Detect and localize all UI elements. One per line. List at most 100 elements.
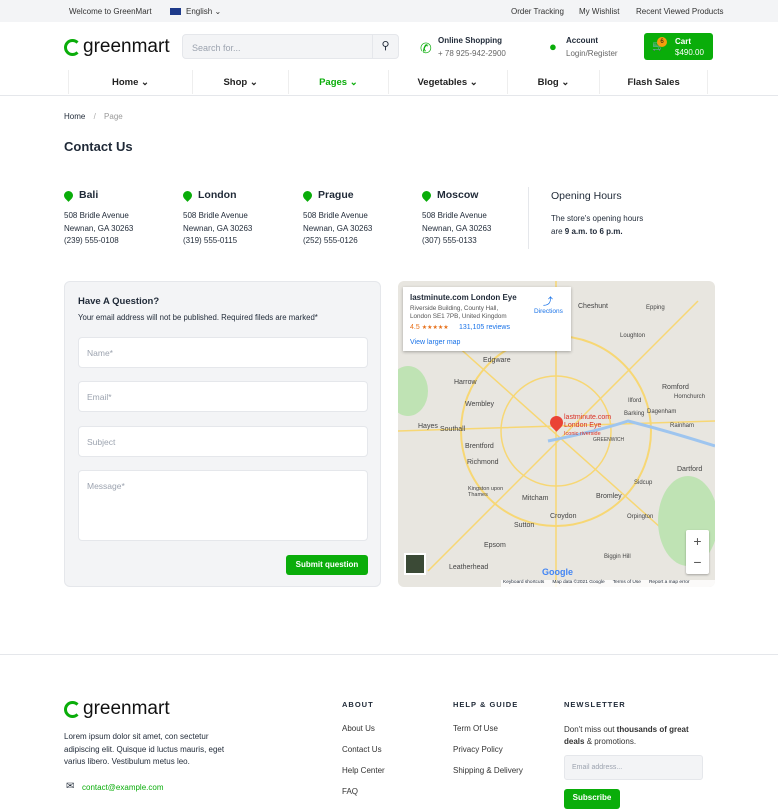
map-label: Rainham [670,423,695,429]
nav-pages[interactable]: Pages ⌄ [288,70,387,94]
directions-icon[interactable]: ⤴ [543,293,553,308]
location-london: London 508 Bridle Avenue Newnan, GA 30263(… [181,188,253,245]
breadcrumb-home[interactable]: Home [64,112,85,121]
footer-link-privacy[interactable]: Privacy Policy [453,745,503,754]
form-note: Your email address will not be published… [78,313,318,322]
newsletter-title: NEWSLETTER [564,700,626,709]
nav-blog[interactable]: Blog ⌄ [506,70,600,94]
user-icon: ● [549,39,557,54]
map-label: Brentford [465,443,494,450]
map-pin-icon [301,188,314,202]
map-label: Sutton [514,522,535,529]
phone-icon: ✆ [420,40,432,56]
map-pin-icon [420,188,433,202]
map-label: Bromley [596,493,622,500]
satellite-toggle[interactable] [404,553,426,575]
zoom-in-button[interactable]: + [686,530,709,552]
marker-label: lastminute.com London Eye Iconic riverside [564,414,612,437]
zoom-controls: + − [686,530,709,574]
map-label: Hayes [418,423,438,430]
nav-vegetables[interactable]: Vegetables ⌄ [387,70,507,94]
divider [0,654,778,655]
report-error-link[interactable]: Report a map error [649,580,690,587]
footer-link-contact[interactable]: Contact Us [342,745,382,754]
map-label: Epsom [484,542,506,549]
login-register-link[interactable]: Login/Register [566,49,618,58]
footer-logo[interactable]: greenmart [64,698,170,720]
name-field[interactable]: Name* [78,337,368,368]
map-attribution: Keyboard shortcuts Map data ©2021 Google… [501,580,715,587]
map-label: Kingston upon Thames [468,486,504,498]
view-larger-map-link[interactable]: View larger map [410,339,460,346]
map-label: Romford [662,384,689,391]
map-label: Edgware [483,357,511,364]
cart-button[interactable]: 🛒 6 Cart $490.00 [644,33,713,60]
message-field[interactable]: Message* [78,470,368,541]
subscribe-button[interactable]: Subscribe [564,789,620,809]
place-name: lastminute.com London Eye [410,293,517,302]
cart-label: Cart [675,37,692,46]
map-label: Mitcham [522,495,549,502]
divider [0,95,778,96]
map-label: Harrow [454,379,477,386]
location-bali: Bali 508 Bridle Avenue Newnan, GA 30263 (23… [62,188,134,245]
directions-link[interactable]: Directions [534,308,563,315]
map-pin-icon [62,188,75,202]
footer-about-title: ABOUT [342,700,374,709]
map-label: Leatherhead [449,564,489,571]
top-bar: Welcome to GreenMart English ⌄ Order Tra… [0,0,778,22]
keyboard-shortcuts-link[interactable]: Keyboard shortcuts [503,580,544,587]
logo-icon [64,38,81,56]
map-label: Barking [624,411,645,417]
welcome-text: Welcome to GreenMart [69,7,152,16]
terms-link[interactable]: Terms of Use [613,580,641,587]
cart-count-badge: 6 [657,37,667,47]
footer-link-terms[interactable]: Term Of Use [453,724,498,733]
opening-hours-text: The store's opening hours are 9 a.m. to 6… [551,214,644,236]
logo[interactable]: greenmart [64,36,170,58]
map-label: Hornchurch [674,394,706,400]
nav-shop[interactable]: Shop ⌄ [191,70,288,94]
wishlist-link[interactable]: My Wishlist [579,7,619,16]
phone-number: + 78 925-942-2900 [438,49,506,58]
footer-link-about[interactable]: About Us [342,724,375,733]
google-logo: Google [542,567,573,577]
map-data-text: Map data ©2021 Google [552,580,605,585]
recent-viewed-link[interactable]: Recent Viewed Products [636,7,723,16]
account-title: Account [566,36,598,45]
map-label: Croydon [550,513,577,520]
map-label: Loughton [620,333,646,339]
map-label: Dartford [677,466,703,473]
submit-button[interactable]: Submit question [286,555,368,575]
location-prague: Prague 508 Bridle Avenue Newnan, GA 30263(… [301,188,373,245]
language-select[interactable]: English ⌄ [186,7,221,16]
breadcrumb-current: Page [104,112,123,121]
nav-flash-sales[interactable]: Flash Sales [599,70,708,94]
reviews-link[interactable]: 131,105 reviews [459,324,510,331]
breadcrumb-separator: / [93,112,96,121]
phone-title: Online Shopping [438,36,502,45]
footer-link-shipping[interactable]: Shipping & Delivery [453,766,523,775]
newsletter-email-input[interactable]: Email address... [564,755,703,780]
footer-link-faq[interactable]: FAQ [342,787,358,796]
map-label: Dagenham [647,409,677,415]
footer-help-title: HELP & GUIDE [453,700,519,709]
zoom-out-button[interactable]: − [686,552,709,574]
order-tracking-link[interactable]: Order Tracking [511,7,564,16]
footer-email-link[interactable]: contact@example.com [82,783,164,792]
footer-link-help[interactable]: Help Center [342,766,385,775]
rating: 4.5 ★★★★★ [410,324,449,331]
subject-field[interactable]: Subject [78,426,368,457]
cart-total: $490.00 [675,48,704,57]
map-pin-icon [181,188,194,202]
email-field[interactable]: Email* [78,381,368,412]
search-input[interactable]: Search for... ⚲ [182,34,399,59]
breadcrumb: Home / Page [64,112,123,121]
map-embed[interactable]: lastminute.com London Eye Riverside Buil… [398,281,715,587]
nav-home[interactable]: Home ⌄ [68,70,192,94]
mail-icon: ✉ [66,781,75,792]
map-label: Southall [440,426,466,433]
search-icon[interactable]: ⚲ [372,35,398,58]
main-nav: Home ⌄ Shop ⌄ Pages ⌄ Vegetables ⌄ Blog … [68,70,708,94]
location-moscow: Moscow 508 Bridle Avenue Newnan, GA 30263(… [420,188,492,245]
